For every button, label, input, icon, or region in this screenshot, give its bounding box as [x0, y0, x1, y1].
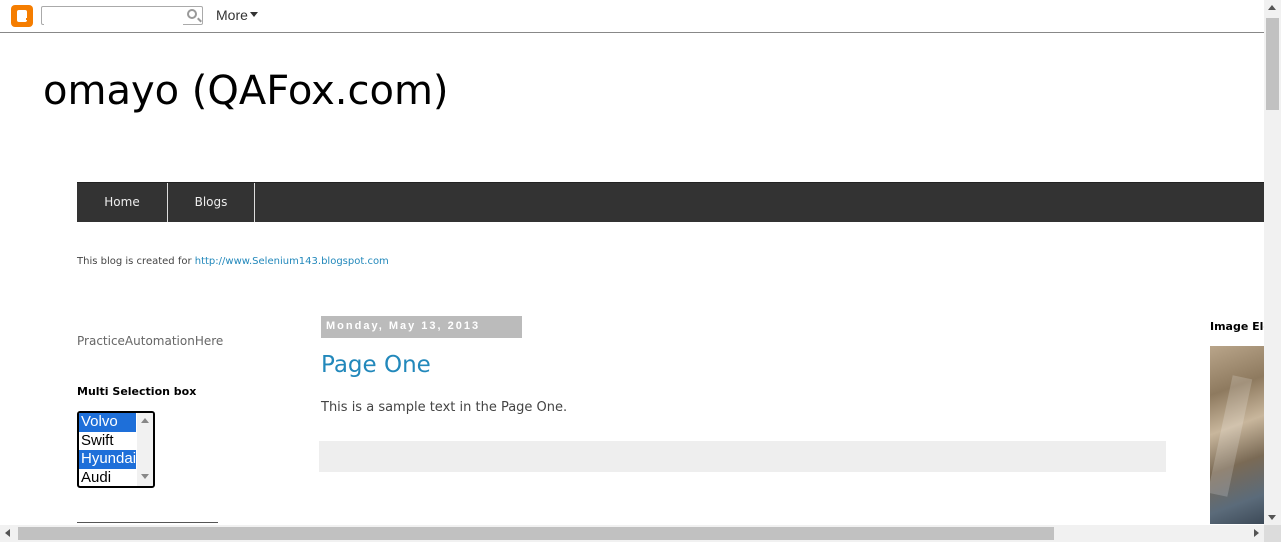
- blog-description: This blog is created for http://www.Sele…: [77, 256, 389, 267]
- scroll-right-icon[interactable]: [1254, 529, 1259, 537]
- scroll-left-icon[interactable]: [5, 529, 10, 537]
- multi-selection-box[interactable]: Volvo Swift Hyundai Audi: [77, 411, 155, 488]
- search-icon[interactable]: [187, 9, 197, 19]
- more-menu-button[interactable]: More: [216, 7, 258, 23]
- scrollbar-corner: [1264, 525, 1281, 542]
- horizontal-scroll-thumb[interactable]: [18, 527, 1054, 540]
- practice-automation-text: PracticeAutomationHere: [77, 334, 224, 348]
- navbar-search-input[interactable]: [44, 9, 183, 27]
- scroll-down-icon[interactable]: [1268, 515, 1276, 520]
- scroll-up-arrow-icon[interactable]: [141, 418, 149, 423]
- multi-selection-title: Multi Selection box: [77, 385, 197, 398]
- scroll-down-arrow-icon[interactable]: [141, 474, 149, 479]
- horizontal-scrollbar[interactable]: [0, 525, 1264, 542]
- multi-select-scrollbar[interactable]: [137, 413, 153, 486]
- scroll-up-icon[interactable]: [1268, 5, 1276, 10]
- sidebar-divider: [77, 522, 218, 523]
- sidebar-image: [1210, 346, 1264, 524]
- blogger-logo-icon[interactable]: [11, 5, 33, 27]
- option-hyundai[interactable]: Hyundai: [79, 450, 136, 469]
- option-audi[interactable]: Audi: [79, 469, 136, 487]
- blog-title[interactable]: omayo (QAFox.com): [43, 68, 449, 114]
- caret-down-icon: [249, 12, 258, 18]
- blogger-navbar: More: [0, 0, 1264, 33]
- tab-blogs[interactable]: Blogs: [168, 183, 255, 222]
- navbar-search-box[interactable]: [41, 6, 203, 27]
- more-label: More: [216, 7, 248, 23]
- option-volvo[interactable]: Volvo: [79, 413, 136, 432]
- vertical-scroll-thumb[interactable]: [1266, 18, 1279, 110]
- selenium143-link[interactable]: http://www.Selenium143.blogspot.com: [195, 256, 389, 267]
- tabs-bar: Home Blogs: [77, 182, 1264, 222]
- post-title[interactable]: Page One: [321, 352, 431, 378]
- vertical-scrollbar[interactable]: [1264, 0, 1281, 525]
- post-date-header: Monday, May 13, 2013: [321, 316, 522, 338]
- option-swift[interactable]: Swift: [79, 432, 136, 451]
- post-body: This is a sample text in the Page One.: [321, 400, 568, 415]
- description-text: This blog is created for: [77, 256, 195, 267]
- tab-home[interactable]: Home: [77, 183, 168, 222]
- post-footer: [319, 441, 1166, 472]
